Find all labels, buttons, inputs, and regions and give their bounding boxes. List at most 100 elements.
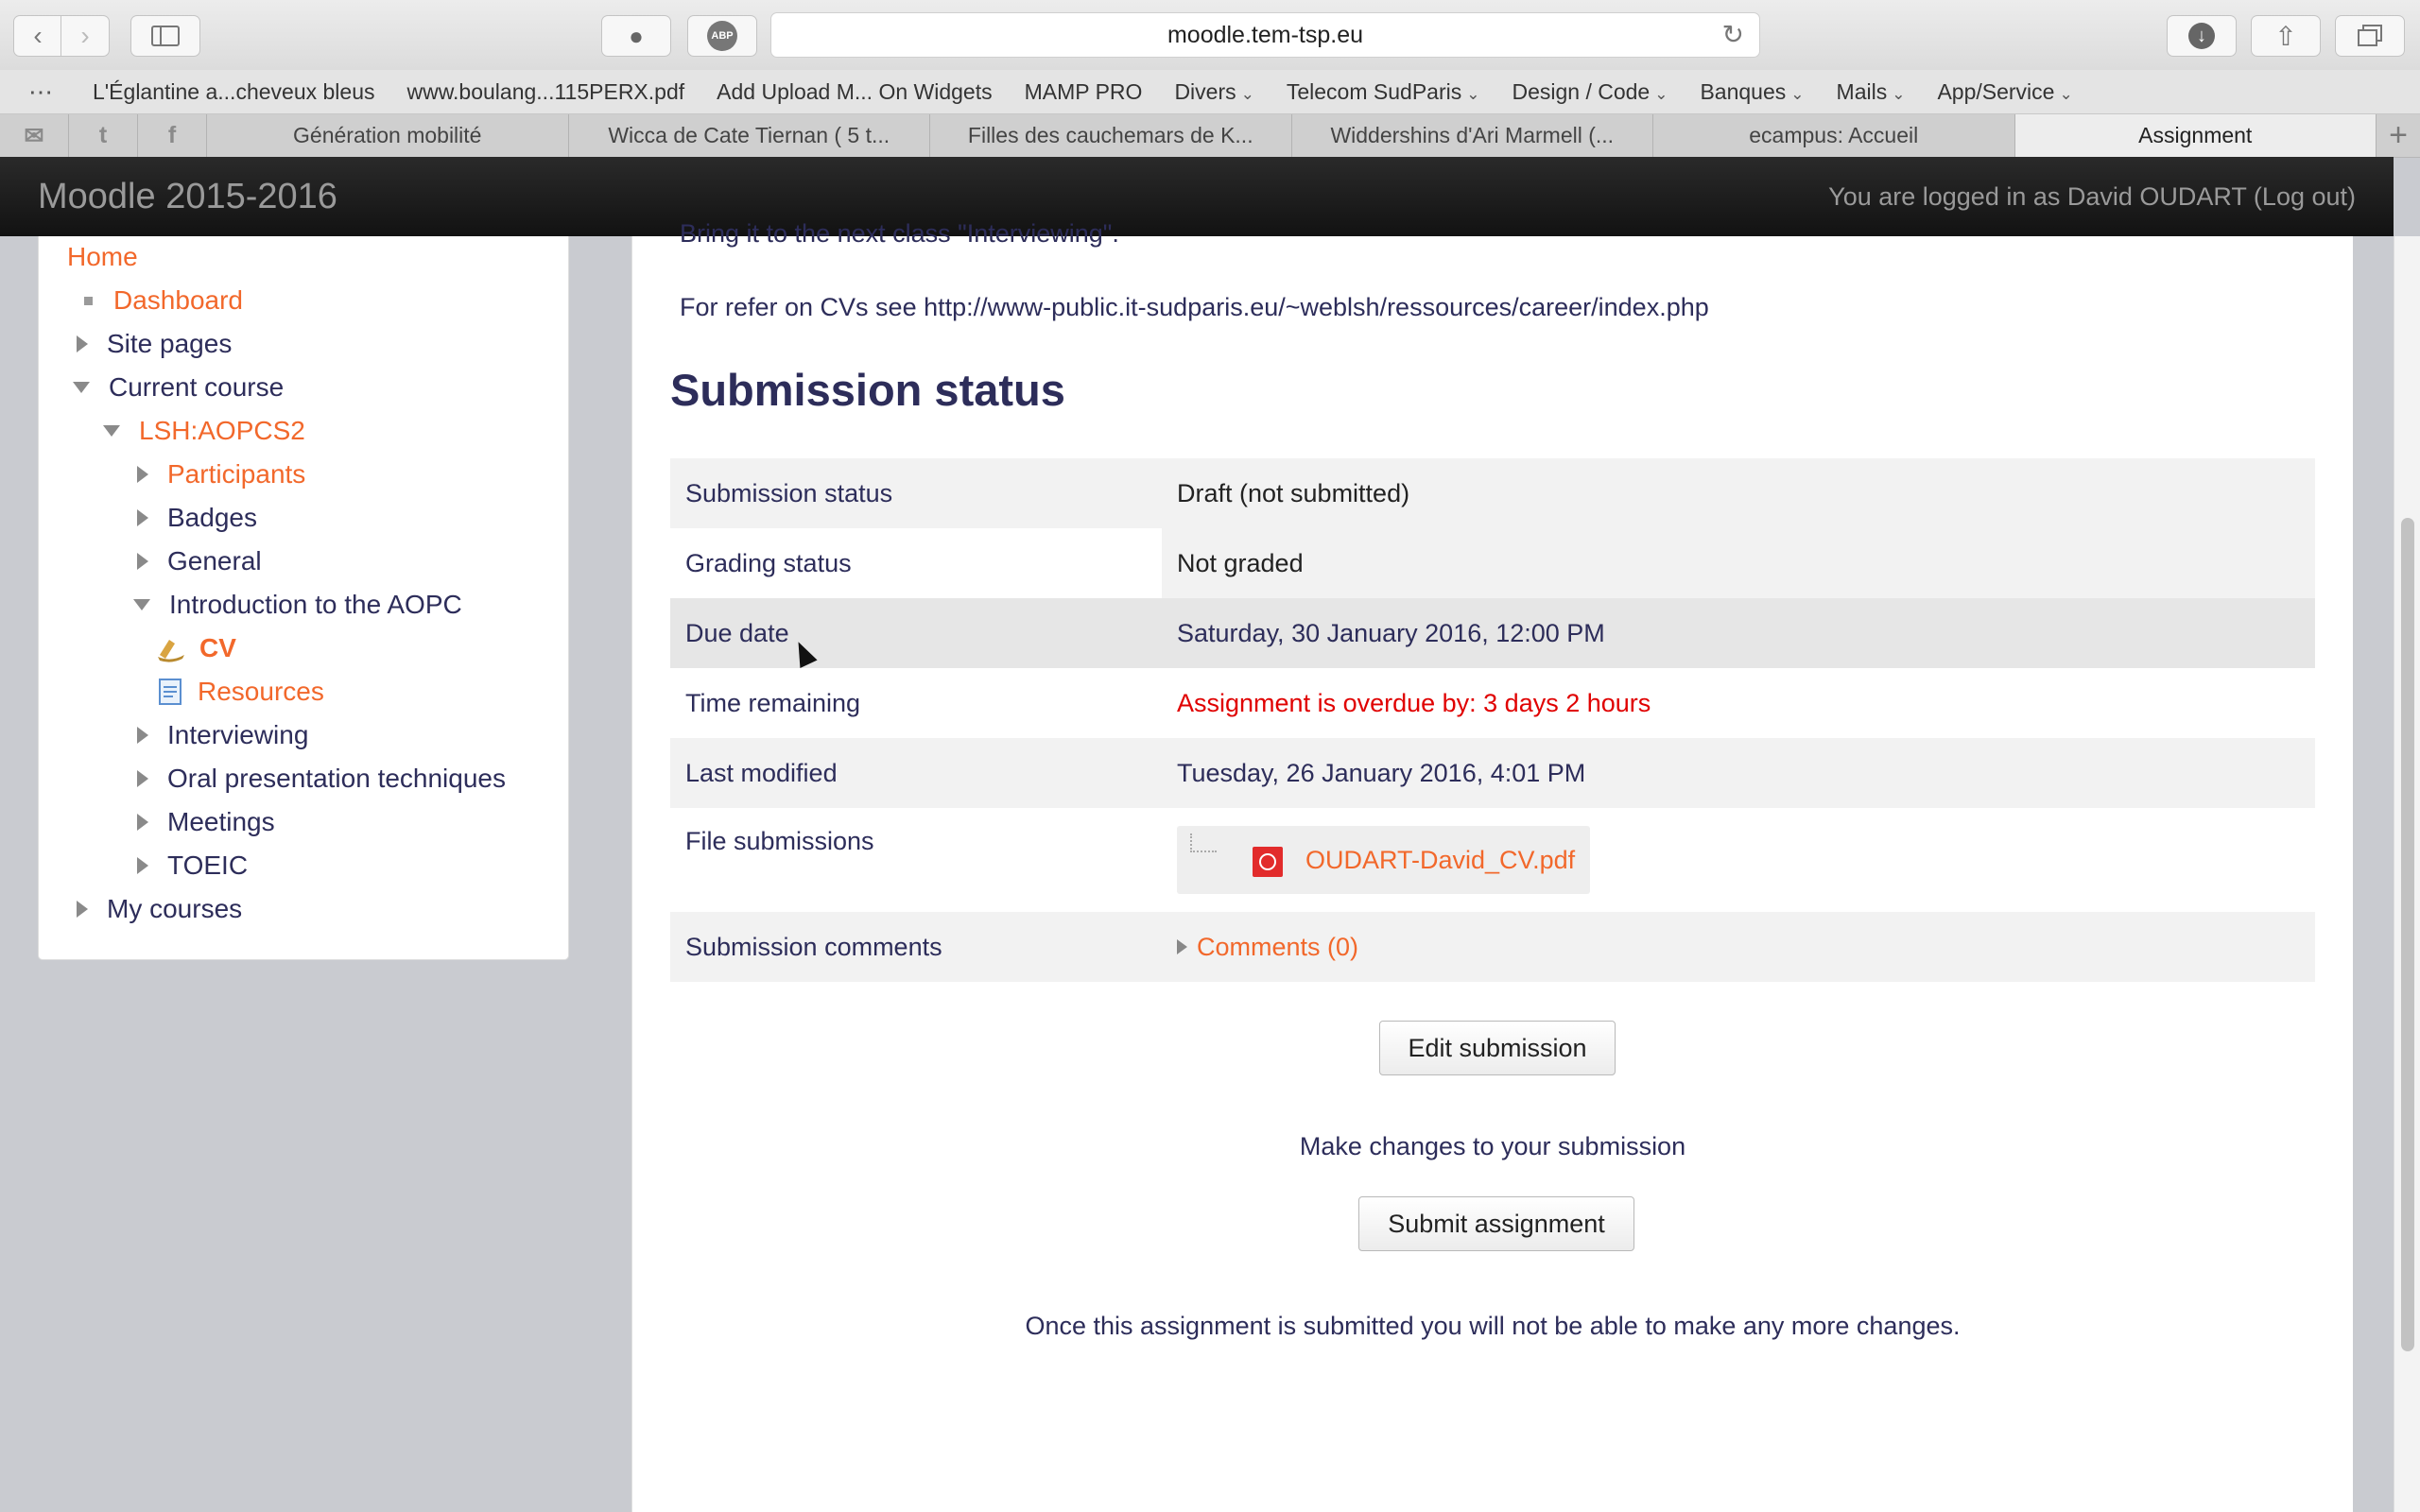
tab-title: Widdershins d'Ari Marmell (... [1330,123,1615,147]
submit-help-text: Once this assignment is submitted you wi… [1025,1312,1961,1340]
browser-tab[interactable]: Widdershins d'Ari Marmell (... [1292,114,1653,157]
time-remaining-value: Assignment is overdue by: 3 days 2 hours [1177,688,1651,717]
table-row: Grading status Not graded [670,528,2315,598]
nav-meetings[interactable]: Meetings [137,807,275,837]
sidebar-icon [151,26,180,46]
nav-course[interactable]: LSH:AOPCS2 [103,416,305,446]
new-tab-button[interactable]: + [2377,114,2420,157]
address-bar[interactable]: moodle.tem-tsp.eu ↻ [770,12,1760,58]
table-row: Submission comments Comments (0) [670,912,2315,982]
bullet-icon [84,296,93,305]
comments-label: Comments (0) [1197,932,1359,961]
browser-tab[interactable]: ecampus: Accueil [1653,114,2015,157]
expand-icon [137,727,148,744]
nav-interviewing[interactable]: Interviewing [137,720,308,750]
bookmark-folder[interactable]: Telecom SudParis ⌄ [1287,79,1480,105]
collapse-icon [133,599,150,610]
bookmark-item[interactable]: MAMP PRO [1025,79,1143,105]
nav-label: Introduction to the AOPC [169,590,462,619]
nav-label: Meetings [167,807,275,836]
bookmark-label: Design / Code [1512,78,1651,104]
browser-tab[interactable]: Wicca de Cate Tiernan ( 5 t... [569,114,930,157]
nav-label: CV [199,633,236,662]
share-button[interactable]: ⇧ [2251,15,2321,57]
bookmark-item[interactable]: www.boulang...115PERX.pdf [406,79,684,105]
table-row: File submissions OUDART-David_CV.pdf [670,808,2315,912]
chevron-down-icon: ⌄ [1240,84,1254,103]
nav-label: Badges [167,503,257,532]
browser-tab[interactable]: Filles des cauchemars de K... [930,114,1292,157]
back-button[interactable]: ‹ [13,15,62,57]
nav-oral-presentation[interactable]: Oral presentation techniques [137,764,506,794]
forward-button[interactable]: › [60,15,110,57]
table-row: Time remaining Assignment is overdue by:… [670,668,2315,738]
nav-toeic[interactable]: TOEIC [137,850,248,881]
row-label: File submissions [685,827,874,855]
bookmark-label: Mails [1836,78,1888,104]
tabs-overview-button[interactable] [2335,15,2405,57]
nav-dashboard[interactable]: Dashboard [77,285,243,316]
nav-label: Dashboard [113,285,243,315]
bookmark-folder[interactable]: Banques ⌄ [1700,79,1804,105]
bookmark-label: Add Upload M... On Widgets [717,78,993,104]
bookmark-label: Divers [1174,78,1236,104]
nav-introduction[interactable]: Introduction to the AOPC [133,590,462,620]
nav-my-courses[interactable]: My courses [77,894,242,924]
nav-label: Current course [109,372,285,402]
nav-site-pages[interactable]: Site pages [77,329,232,359]
nav-current-course[interactable]: Current course [73,372,284,403]
downloads-button[interactable]: ↓ [2167,15,2237,57]
table-row: Submission status Draft (not submitted) [670,458,2315,528]
nav-label: General [167,546,262,576]
browser-tab-active[interactable]: Assignment [2014,114,2377,157]
pinned-tab-mail[interactable]: ✉ [0,114,69,157]
file-link[interactable]: OUDART-David_CV.pdf [1305,846,1575,875]
nav-badges[interactable]: Badges [137,503,257,533]
bookmark-label: App/Service [1937,78,2055,104]
tab-title: Filles des cauchemars de K... [967,123,1253,147]
chevron-left-icon: ‹ [33,21,43,50]
table-row: Due date Saturday, 30 January 2016, 12:0… [670,598,2315,668]
nav-home[interactable]: Home [67,242,138,272]
download-icon: ↓ [2188,23,2215,49]
row-label: Submission status [685,478,893,507]
expand-icon [137,857,148,874]
sidebar-toggle-button[interactable] [130,15,200,57]
login-info[interactable]: You are logged in as David OUDART (Log o… [1828,182,2356,212]
bookmark-folder[interactable]: Design / Code ⌄ [1512,79,1668,105]
expand-icon [77,901,88,918]
submit-assignment-button[interactable]: Submit assignment [1358,1196,1634,1251]
bookmark-item[interactable]: L'Églantine a...cheveux bleus [93,79,374,105]
edit-submission-button[interactable]: Edit submission [1379,1021,1616,1075]
adblock-extension-button[interactable]: ABP [687,15,757,57]
submission-status-value: Draft (not submitted) [1177,478,1410,507]
pinned-tab-facebook[interactable]: f [138,114,207,157]
browser-tab[interactable]: Génération mobilité [207,114,569,157]
expand-icon [77,335,88,352]
bookmark-folder[interactable]: App/Service ⌄ [1937,79,2072,105]
twitter-icon: t [98,122,108,148]
bookmark-folder[interactable]: Divers ⌄ [1174,79,1253,105]
bookmark-label: MAMP PRO [1024,78,1143,104]
row-label: Time remaining [685,688,861,717]
apps-grid-icon[interactable]: ⋯ [28,77,53,107]
pinned-tab-twitter[interactable]: t [69,114,138,157]
evernote-extension-button[interactable]: ● [601,15,671,57]
expand-icon [137,509,148,526]
bookmark-folder[interactable]: Mails ⌄ [1837,79,1906,105]
section-title: Submission status [670,365,1065,415]
reload-icon[interactable]: ↻ [1722,19,1744,50]
site-header: Moodle 2015-2016 You are logged in as Da… [0,157,2394,236]
comments-link[interactable]: Comments (0) [1177,933,1358,962]
bookmark-label: L'Églantine a...cheveux bleus [93,78,375,104]
site-name-link[interactable]: Moodle 2015-2016 [38,177,337,217]
nav-resources[interactable]: Resources [156,677,324,707]
nav-general[interactable]: General [137,546,262,576]
scrollbar-thumb[interactable] [2401,518,2414,1351]
nav-participants[interactable]: Participants [137,459,305,490]
nav-label: Home [67,242,138,271]
bookmark-item[interactable]: Add Upload M... On Widgets [717,79,992,105]
nav-cv[interactable]: CV [156,633,236,663]
nav-label: Interviewing [167,720,309,749]
table-row: Last modified Tuesday, 26 January 2016, … [670,738,2315,808]
